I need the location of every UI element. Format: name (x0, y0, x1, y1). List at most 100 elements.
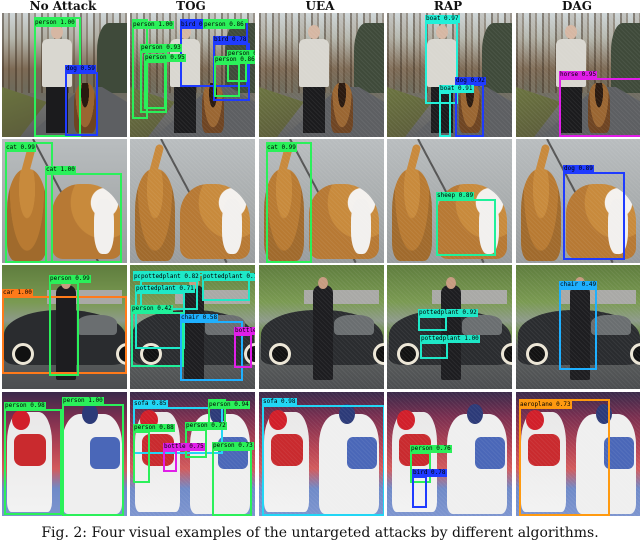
image-taekwondo-dag: aeroplane 0.73 (516, 392, 640, 516)
detection-label: person 0.76 (410, 445, 452, 453)
image-car-rap: pottedplant 0.92 pottedplant 1.00 (387, 265, 512, 389)
forest-photo (259, 13, 384, 137)
detection-label: aeroplane 0.73 (519, 401, 572, 409)
column-header-uea: UEA (305, 0, 335, 13)
car-photo (387, 265, 512, 389)
image-forest-no-attack: person 1.00 dog 0.59 (2, 13, 127, 137)
image-forest-rap: boat 0.97 dog 0.92 boat 0.91 (387, 13, 512, 137)
detection-label: person 1.00 (62, 397, 104, 405)
detection-label: bird 0.78 (213, 36, 248, 44)
column-header-tog: TOG (176, 0, 206, 13)
detection-box: person 0.99 (49, 275, 91, 376)
detection-box: sofa 0.98 (262, 398, 384, 516)
cats-photo (130, 139, 255, 263)
photo-region (259, 13, 384, 137)
detection-box: chair 0.49 (559, 281, 598, 370)
image-taekwondo-rap: person 0.76 bird 0.78 (387, 392, 512, 516)
detection-box: dog 0.89 (563, 165, 625, 260)
image-cats-no-attack: cat 0.99 cat 1.00 (2, 139, 127, 263)
image-cats-dag: dog 0.89 (516, 139, 640, 263)
detection-label: dog 0.92 (455, 77, 486, 85)
detection-label: pottedplant 1.00 (420, 335, 480, 343)
image-forest-tog: person 1.00 bird 0.77 person 0.86 person 0.… (130, 13, 255, 137)
image-forest-dag: horse 0.95 (516, 13, 640, 137)
column-header-rap: RAP (433, 0, 463, 13)
detection-box: person 0.42 (131, 305, 184, 367)
image-forest-uea (259, 13, 384, 137)
image-taekwondo-tog: sofa 0.85 person 0.94 person 0.88 person 0.… (130, 392, 255, 516)
detection-box: dog 0.59 (65, 65, 98, 136)
figure-caption: Fig. 2: Four visual examples of the unta… (41, 525, 599, 541)
detection-label: person 0.72 (185, 422, 227, 430)
detection-label: pottedplant 0.75 (202, 273, 255, 281)
image-cats-rap: sheep 0.89 (387, 139, 512, 263)
detection-box: person 0.95 (144, 54, 186, 109)
detection-box: person 0.73 (212, 442, 254, 516)
detection-label: pottedplant 0.82 (140, 273, 200, 281)
detection-box: pottedplant 0.92 (418, 309, 478, 331)
detection-label: sofa 0.85 (133, 400, 168, 408)
detection-label: bottle 0.75 (163, 443, 205, 451)
detection-box: person 0.88 (133, 424, 175, 483)
detection-label: chair 0.58 (180, 314, 219, 322)
image-car-dag: chair 0.49 (516, 265, 640, 389)
detection-box: sheep 0.89 (436, 192, 496, 256)
detection-label: cat 1.00 (45, 166, 76, 174)
detection-label: person 0.42 (131, 305, 173, 313)
detection-label: person 0.86 (214, 56, 255, 64)
photo-region (387, 392, 512, 516)
detection-label: person 0.73 (212, 442, 254, 450)
detection-label: person 0.86 (203, 21, 245, 29)
column-header-no-attack: No Attack (29, 0, 97, 13)
detection-label: person 1.00 (34, 19, 76, 27)
detection-box: cat 1.00 (45, 166, 122, 263)
photo-region (97, 23, 127, 93)
column-header-dag: DAG (562, 0, 592, 13)
detection-label: person 1.00 (132, 21, 174, 29)
detection-label: bird 0.78 (412, 469, 447, 477)
image-car-uea (259, 265, 384, 389)
photo-region (387, 265, 512, 389)
detection-label: sofa 0.98 (262, 398, 297, 406)
detection-box: boat 0.91 (439, 85, 474, 137)
detection-box: bottle 0.75 (163, 443, 205, 472)
photo-region (130, 139, 255, 263)
detection-label: pottedplant 0.71 (135, 285, 195, 293)
detection-label: person 0.94 (208, 401, 250, 409)
photo-region (259, 265, 384, 389)
detection-box: person 0.86 (214, 56, 255, 97)
detection-box: pottedplant 0.75 (202, 271, 255, 301)
image-cats-tog (130, 139, 255, 263)
detection-box: person 0.98 (4, 402, 62, 515)
detection-label: pottedplant 0.92 (418, 309, 478, 317)
detection-box: person 1.00 (62, 397, 124, 516)
detection-label: boat 0.97 (425, 15, 460, 23)
car-photo (259, 265, 384, 389)
detection-box: cat 0.99 (266, 142, 312, 263)
image-car-no-attack: car 1.00 person 0.99 (2, 265, 127, 389)
detection-label: person 0.95 (144, 54, 186, 62)
taekwondo-photo (387, 392, 512, 516)
detection-label: sheep 0.89 (436, 192, 475, 200)
image-car-tog: pottedplant 0.9pottedplant 0.75pottedpla… (130, 265, 255, 389)
detection-label: boat 0.91 (439, 85, 474, 93)
image-taekwondo-no-attack: person 0.98 person 1.00 (2, 392, 127, 516)
image-taekwondo-uea: sofa 0.98 (259, 392, 384, 516)
detection-label: person 0.99 (49, 275, 91, 283)
detection-box: pottedplant 1.00 (420, 335, 480, 359)
detection-box: bird 0.78 (412, 469, 447, 508)
detection-box: aeroplane 0.73 (519, 399, 610, 516)
detection-label: cat 0.99 (5, 144, 36, 152)
detection-label: person 0.93 (140, 44, 182, 52)
detection-box: horse 0.95 (559, 71, 640, 137)
detection-label: bottle 0.69 (234, 327, 255, 335)
detection-label: person 0.98 (4, 402, 46, 410)
detection-label: dog 0.59 (65, 65, 96, 73)
detection-box: person 0.86 (203, 19, 248, 29)
detection-box: bottle 0.69 (234, 327, 255, 368)
detection-label: horse 0.95 (559, 71, 598, 79)
image-cats-uea: cat 0.99 (259, 139, 384, 263)
detection-label: person 0.88 (133, 424, 175, 432)
detection-label: dog 0.89 (563, 165, 594, 173)
detection-label: chair 0.49 (559, 281, 598, 289)
